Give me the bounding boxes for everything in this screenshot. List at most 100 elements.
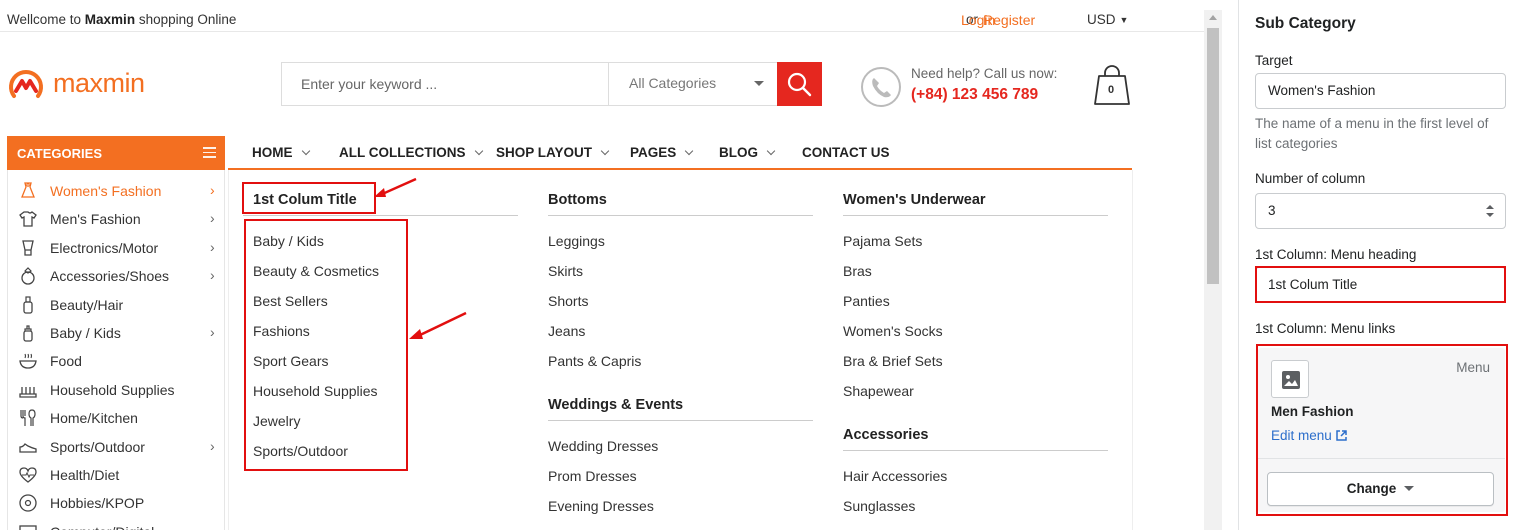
sidebar-item[interactable]: Hobbies/KPOP [8, 489, 225, 517]
categories-header[interactable]: CATEGORIES [7, 136, 225, 170]
nav-item[interactable]: HOME [252, 145, 310, 160]
sidebar-item-label: Baby / Kids [50, 325, 121, 341]
register-link[interactable]: Register [983, 12, 1035, 28]
target-field[interactable]: Women's Fashion [1255, 73, 1506, 109]
cart-button[interactable]: 0 [1092, 64, 1134, 106]
search-button[interactable] [777, 62, 822, 106]
welcome-brand: Maxmin [84, 12, 136, 27]
sidebar-item[interactable]: Beauty/Hair [8, 291, 225, 319]
sidebar-item[interactable]: Men's Fashion › [8, 205, 225, 233]
currency-selector[interactable]: USD ▼ [1087, 12, 1128, 27]
menu-link[interactable]: Jeans [548, 323, 585, 339]
welcome-text: Wellcome to Maxmin shopping Online [7, 12, 236, 27]
mega-menu: 1st Colum Title Baby / Kids Beauty & Cosm… [228, 170, 1133, 530]
sidebar-item-label: Health/Diet [50, 467, 120, 483]
menu-icon [203, 147, 216, 158]
sidebar-item-label: Household Supplies [50, 381, 175, 398]
sidebar-item[interactable]: Accessories/Shoes › [8, 262, 225, 290]
menu-link[interactable]: Sunglasses [843, 498, 915, 514]
chevron-right-icon: › [210, 267, 215, 284]
help-contact: Need help? Call us now: (+84) 123 456 78… [860, 64, 1080, 108]
menu-link[interactable]: Prom Dresses [548, 468, 637, 484]
welcome-suffix: shopping Online [138, 12, 237, 27]
sidebar-item-label: Food [50, 353, 82, 370]
col3-divider [843, 215, 1108, 216]
menu-link[interactable]: Pants & Capris [548, 353, 641, 369]
links-highlight-box [1256, 344, 1508, 516]
search-input[interactable] [282, 63, 608, 105]
sneaker-icon [19, 442, 37, 453]
monitor-icon [19, 525, 37, 530]
columns-select[interactable]: 3 [1255, 193, 1506, 229]
links-label: 1st Column: Menu links [1255, 321, 1396, 336]
sidebar-item[interactable]: Home/Kitchen [8, 404, 225, 432]
categories-title: CATEGORIES [17, 146, 102, 161]
menu-link[interactable]: Bras [843, 263, 872, 279]
sidebar-item-label: Computer/Digital [50, 524, 154, 530]
search-bar: All Categories [281, 62, 822, 106]
sidebar-item-label: Beauty/Hair [50, 296, 124, 313]
sidebar-item-label: Sports/Outdoor [50, 438, 145, 455]
menu-link[interactable]: Shorts [548, 293, 588, 309]
sidebar-item-label: Men's Fashion [50, 211, 141, 228]
category-select-label: All Categories [629, 75, 717, 91]
logo-text: maxmin [53, 68, 145, 98]
nav-item[interactable]: ALL COLLECTIONS [339, 145, 483, 160]
menu-link[interactable]: Shapewear [843, 383, 914, 399]
menu-link[interactable]: Women's Socks [843, 323, 943, 339]
top-bar: Wellcome to Maxmin shopping Online Login… [0, 10, 1204, 32]
target-value: Women's Fashion [1268, 83, 1376, 98]
menu-link[interactable]: Evening Dresses [548, 498, 654, 514]
chevron-down-icon [301, 146, 310, 156]
col3-heading-2: Accessories [843, 427, 929, 443]
col2-divider-2 [548, 420, 813, 421]
sidebar-item[interactable]: Sports/Outdoor › [8, 433, 225, 461]
annotation-arrow-icon [409, 311, 467, 339]
sidebar-item[interactable]: Electronics/Motor › [8, 234, 225, 262]
sidebar-item[interactable]: Women's Fashion › [8, 177, 225, 205]
col1-divider [243, 215, 518, 216]
tray-icon [19, 386, 37, 398]
chevron-down-icon [766, 146, 776, 156]
menu-link[interactable]: Leggings [548, 233, 605, 249]
sidebar-item[interactable]: Computer/Digital [8, 518, 225, 530]
nav-item[interactable]: SHOP LAYOUT [496, 145, 610, 160]
sidebar-item[interactable]: Baby / Kids › [8, 319, 225, 347]
chevron-right-icon: › [210, 210, 215, 227]
nav-item[interactable]: PAGES [630, 145, 694, 160]
page-scrollbar[interactable] [1204, 10, 1222, 530]
dress-icon [21, 182, 35, 198]
menu-link[interactable]: Hair Accessories [843, 468, 947, 484]
sidebar-item[interactable]: Food [8, 347, 225, 375]
ring-icon [21, 267, 35, 285]
category-select[interactable]: All Categories [608, 63, 778, 105]
nav-item[interactable]: CONTACT US [802, 145, 890, 160]
blender-icon [22, 240, 34, 256]
nav-item-label: PAGES [630, 145, 677, 160]
menu-link[interactable]: Pajama Sets [843, 233, 922, 249]
col2-heading: Bottoms [548, 192, 607, 208]
nav-item-label: SHOP LAYOUT [496, 145, 593, 160]
sidebar-item-label: Home/Kitchen [50, 410, 138, 427]
nav-item[interactable]: BLOG [719, 145, 776, 160]
welcome-prefix: Wellcome to [7, 12, 82, 27]
sidebar-item[interactable]: Household Supplies [8, 376, 225, 404]
menu-link[interactable]: Bra & Brief Sets [843, 353, 943, 369]
shirt-icon [19, 211, 37, 228]
caret-down-icon [754, 81, 764, 86]
scroll-up-icon[interactable] [1209, 15, 1217, 20]
columns-label: Number of column [1255, 171, 1366, 186]
storefront-preview: Wellcome to Maxmin shopping Online Login… [0, 0, 1222, 530]
chevron-right-icon: › [210, 238, 215, 255]
menu-link[interactable]: Skirts [548, 263, 583, 279]
heading-highlight-box [242, 182, 376, 214]
main-nav: HOME ALL COLLECTIONS SHOP LAYOUT PAGES BLOG C… [228, 136, 1132, 170]
logo[interactable]: maxmin [7, 64, 177, 106]
chevron-down-icon [685, 146, 694, 156]
target-help-text: The name of a menu in the first level of… [1255, 116, 1489, 151]
help-phone[interactable]: (+84) 123 456 789 [911, 86, 1038, 104]
menu-link[interactable]: Wedding Dresses [548, 438, 658, 454]
sidebar-item[interactable]: Health/Diet [8, 461, 225, 489]
scrollbar-thumb[interactable] [1207, 28, 1219, 284]
menu-link[interactable]: Panties [843, 293, 890, 309]
